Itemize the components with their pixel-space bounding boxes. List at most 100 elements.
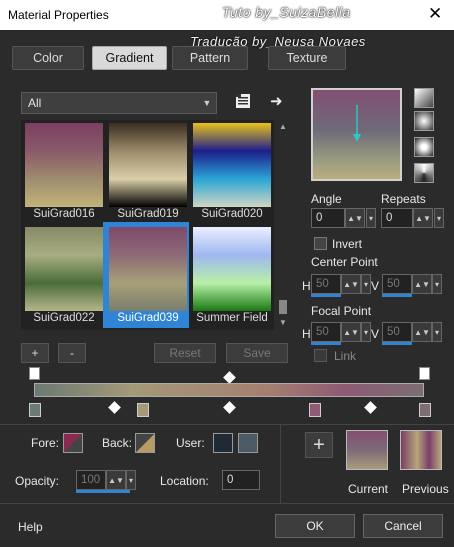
angle-label: Angle [311,192,342,206]
previous-swatch[interactable] [400,430,442,470]
opacity-stop-right[interactable] [419,367,430,380]
focal-point-label: Focal Point [311,304,372,318]
color-stop[interactable] [309,403,321,417]
swatch-suigrad039[interactable]: SuiGrad039 [103,222,189,328]
back-label: Back: [102,436,133,450]
category-value: All [28,96,42,110]
watermark-author: Tuto by_SuizaBella [222,4,351,20]
back-swatch[interactable] [135,433,155,453]
spin-up-down-icon[interactable]: ▲▼ [345,208,365,228]
close-icon[interactable]: ✕ [428,4,442,24]
swatch-label: SuiGrad022 [33,312,95,324]
divider [280,425,281,503]
gradient-bar[interactable] [34,383,424,397]
dropdown-arrow-icon[interactable]: ▾ [361,274,371,294]
dropdown-arrow-icon[interactable]: ▾ [432,322,442,342]
repeats-input[interactable]: 0 [381,208,413,228]
center-v-label: V [371,279,380,293]
center-h-level [311,294,341,297]
invert-checkbox[interactable] [314,237,327,250]
user-swatch-1[interactable] [213,433,233,453]
opacity-input[interactable]: 100 [76,470,106,490]
radial-style-icon[interactable] [414,137,434,157]
arrow-right-icon[interactable]: ➜ [270,92,286,110]
link-checkbox[interactable] [314,349,327,362]
focal-h-label: H [302,327,311,341]
color-stop[interactable] [419,403,431,417]
swatch-preview [193,123,271,207]
location-input[interactable]: 0 [222,470,260,490]
rectangular-style-icon[interactable] [414,111,434,131]
center-h-input[interactable]: 50 [311,274,341,294]
current-label: Current [348,482,389,496]
dropdown-arrow-icon[interactable]: ▾ [126,470,136,490]
user-label: User: [176,436,205,450]
color-midpoint[interactable] [108,401,121,414]
color-midpoint[interactable] [364,401,377,414]
dropdown-arrow-icon[interactable]: ▾ [361,322,371,342]
fore-swatch[interactable] [63,433,83,453]
swatch-label: SuiGrad020 [201,208,263,220]
spin-up-down-icon[interactable]: ▲▼ [412,274,432,294]
tab-pattern[interactable]: Pattern [172,46,248,70]
tab-texture[interactable]: Texture [268,46,346,70]
category-dropdown[interactable]: All ▼ [21,92,217,114]
spin-up-down-icon[interactable]: ▲▼ [413,208,433,228]
opacity-label: Opacity: [15,474,60,488]
help-link[interactable]: Help [18,520,43,534]
color-stop[interactable] [29,403,41,417]
scrollbar-thumb[interactable] [279,300,287,314]
dropdown-arrow-icon[interactable]: ▾ [434,208,444,228]
center-h-label: H [302,279,311,293]
spin-up-down-icon[interactable]: ▲▼ [341,322,361,342]
dropdown-arrow-icon: ▼ [202,98,212,108]
add-gradient-button[interactable]: + [21,343,49,363]
opacity-midpoint[interactable] [223,371,236,384]
scroll-up-icon[interactable]: ▲ [279,122,287,131]
add-plus-icon[interactable]: + [305,432,333,458]
swatch-preview [109,123,187,207]
tab-gradient[interactable]: Gradient [92,46,167,70]
save-button[interactable]: Save [226,343,288,363]
angle-input[interactable]: 0 [311,208,345,228]
reset-button[interactable]: Reset [154,343,216,363]
color-stop[interactable] [137,403,149,417]
spin-up-down-icon[interactable]: ▲▼ [341,274,361,294]
current-swatch[interactable] [346,430,388,470]
grid-scrollbar[interactable]: ▲ ▼ [276,120,290,330]
focal-v-level [382,342,412,345]
gradient-preview[interactable] [311,88,402,181]
swatch-preview [25,123,103,207]
remove-gradient-button[interactable]: - [58,343,86,363]
ok-button[interactable]: OK [275,514,355,538]
swatch-label: SuiGrad039 [117,312,179,324]
scroll-down-icon[interactable]: ▼ [279,318,287,327]
swatch-suigrad020[interactable]: SuiGrad020 [189,120,271,222]
center-v-input[interactable]: 50 [382,274,412,294]
dropdown-arrow-icon[interactable]: ▾ [432,274,442,294]
window-title: Material Properties [8,8,109,22]
focal-h-level [311,342,341,345]
tab-color[interactable]: Color [12,46,84,70]
list-menu-icon[interactable] [234,92,252,110]
spin-up-down-icon[interactable]: ▲▼ [106,470,126,490]
user-swatch-2[interactable] [238,433,258,453]
linear-style-icon[interactable] [414,88,434,108]
sunburst-style-icon[interactable] [414,163,434,183]
opacity-level [76,490,130,493]
swatch-suigrad019[interactable]: SuiGrad019 [105,120,187,222]
focal-v-label: V [371,327,380,341]
focal-h-input[interactable]: 50 [311,322,341,342]
cancel-button[interactable]: Cancel [363,514,443,538]
swatch-suigrad016[interactable]: SuiGrad016 [21,120,103,222]
location-label: Location: [160,474,209,488]
swatch-preview [193,227,271,311]
opacity-stop-left[interactable] [29,367,40,380]
swatch-summer-field[interactable]: Summer Field [189,224,271,326]
color-midpoint[interactable] [223,401,236,414]
focal-v-input[interactable]: 50 [382,322,412,342]
dropdown-arrow-icon[interactable]: ▾ [366,208,376,228]
spin-up-down-icon[interactable]: ▲▼ [412,322,432,342]
swatch-suigrad022[interactable]: SuiGrad022 [21,224,103,326]
fore-label: Fore: [31,436,60,450]
